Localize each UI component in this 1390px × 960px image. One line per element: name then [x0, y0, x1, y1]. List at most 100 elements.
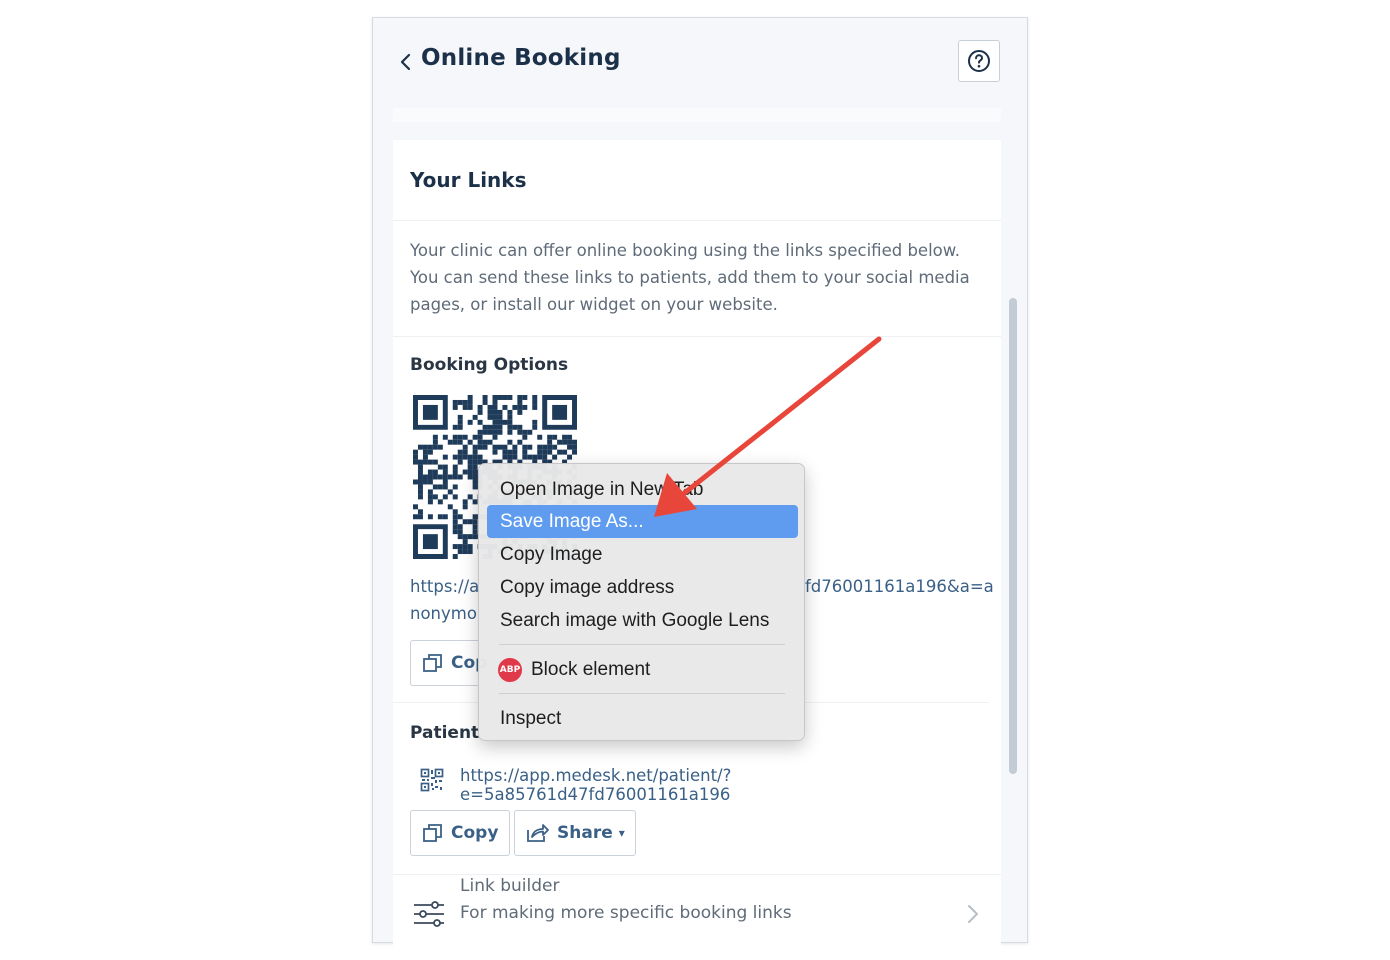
- qr-module: [517, 409, 523, 415]
- qr-module: [542, 444, 548, 450]
- menu-item-copy-image-address[interactable]: Copy image address: [487, 571, 798, 604]
- share-dropdown-caret: ▾: [618, 826, 625, 840]
- qr-module: [442, 484, 448, 490]
- qr-module: [512, 404, 518, 410]
- qr-module: [532, 404, 538, 410]
- qr-module: [442, 479, 448, 485]
- qr-module: [417, 474, 423, 480]
- qr-module: [487, 414, 493, 420]
- qr-module: [467, 464, 473, 470]
- scrollbar[interactable]: [1009, 298, 1017, 774]
- qr-module: [452, 424, 458, 430]
- qr-module: [507, 414, 513, 420]
- qr-module: [472, 534, 478, 540]
- qr-module: [442, 474, 448, 480]
- qr-module: [452, 454, 458, 460]
- qr-module: [457, 424, 463, 430]
- qr-module: [462, 499, 468, 505]
- qr-module: [462, 404, 468, 410]
- booking-link-wrap[interactable]: nonymo: [410, 604, 477, 623]
- menu-item-open-image-new-tab[interactable]: Open Image in New Tab: [487, 473, 798, 506]
- qr-module: [427, 494, 433, 500]
- qr-module: [482, 395, 488, 400]
- menu-item-save-image-as[interactable]: Save Image As...: [487, 505, 798, 538]
- help-button[interactable]: [958, 40, 1000, 82]
- patient-link[interactable]: https://app.medesk.net/patient/?e=5a8576…: [460, 766, 1001, 804]
- patient-share-button[interactable]: Share ▾: [514, 810, 636, 856]
- qr-module: [472, 529, 478, 535]
- qr-module: [442, 434, 448, 440]
- menu-item-block-element[interactable]: ABP Block element: [487, 653, 798, 686]
- block-element-label: Block element: [531, 658, 651, 680]
- qr-module: [417, 514, 423, 520]
- qr-module: [532, 395, 538, 400]
- qr-code-icon[interactable]: [420, 768, 444, 792]
- qr-module: [432, 439, 438, 445]
- qr-module: [467, 474, 473, 480]
- qr-module: [507, 454, 513, 460]
- qr-module: [457, 549, 463, 555]
- qr-module: [487, 404, 493, 410]
- booking-link-start[interactable]: https://a: [410, 577, 479, 596]
- qr-module: [457, 534, 463, 540]
- qr-module: [502, 395, 508, 400]
- qr-module: [547, 434, 553, 440]
- patient-copy-button[interactable]: Copy: [410, 810, 510, 856]
- qr-module: [517, 439, 523, 445]
- qr-module: [457, 459, 463, 465]
- qr-module: [492, 424, 498, 430]
- qr-module: [497, 424, 503, 430]
- qr-module: [413, 449, 418, 455]
- menu-item-search-google-lens[interactable]: Search image with Google Lens: [487, 604, 798, 637]
- qr-module: [532, 424, 538, 430]
- qr-module: [447, 504, 453, 510]
- menu-item-inspect[interactable]: Inspect: [487, 702, 798, 735]
- qr-module: [467, 395, 473, 400]
- qr-module: [477, 419, 483, 425]
- qr-module: [507, 419, 513, 425]
- qr-module: [567, 439, 573, 445]
- menu-separator: [499, 644, 785, 645]
- qr-module: [492, 419, 498, 425]
- qr-module: [542, 449, 548, 455]
- qr-module: [502, 454, 508, 460]
- chevron-left-icon[interactable]: [399, 52, 413, 72]
- qr-module: [507, 449, 513, 455]
- menu-item-copy-image[interactable]: Copy Image: [487, 538, 798, 571]
- qr-module: [572, 444, 577, 450]
- qr-module: [457, 419, 463, 425]
- qr-module: [522, 395, 528, 400]
- qr-module: [447, 489, 453, 495]
- qr-module: [487, 409, 493, 415]
- qr-module: [417, 479, 423, 485]
- qr-module: [522, 449, 528, 455]
- copy-icon: [423, 654, 442, 672]
- qr-module: [467, 419, 473, 425]
- qr-module: [497, 429, 503, 435]
- qr-module: [442, 469, 448, 475]
- qr-module: [462, 504, 468, 510]
- qr-module: [492, 429, 498, 435]
- booking-link-end[interactable]: fd76001161a196&a=a: [805, 577, 994, 596]
- qr-module: [502, 419, 508, 425]
- booking-options-label: Booking Options: [410, 355, 569, 375]
- qr-module: [567, 434, 573, 440]
- qr-module: [467, 534, 473, 540]
- qr-module: [452, 509, 458, 515]
- link-builder-subtitle: For making more specific booking links: [460, 903, 792, 923]
- share-icon: [527, 824, 549, 842]
- qr-module: [477, 404, 483, 410]
- qr-module: [472, 464, 478, 470]
- question-circle-icon: [968, 50, 990, 72]
- qr-module: [413, 454, 418, 460]
- qr-module: [562, 439, 568, 445]
- qr-module: [413, 514, 418, 520]
- qr-module: [413, 479, 418, 485]
- qr-module: [472, 414, 478, 420]
- qr-module: [477, 434, 483, 440]
- qr-module: [522, 454, 528, 460]
- card-header: Your Links: [393, 140, 1001, 221]
- qr-module: [422, 449, 428, 455]
- qr-module: [522, 444, 528, 450]
- qr-module: [452, 464, 458, 470]
